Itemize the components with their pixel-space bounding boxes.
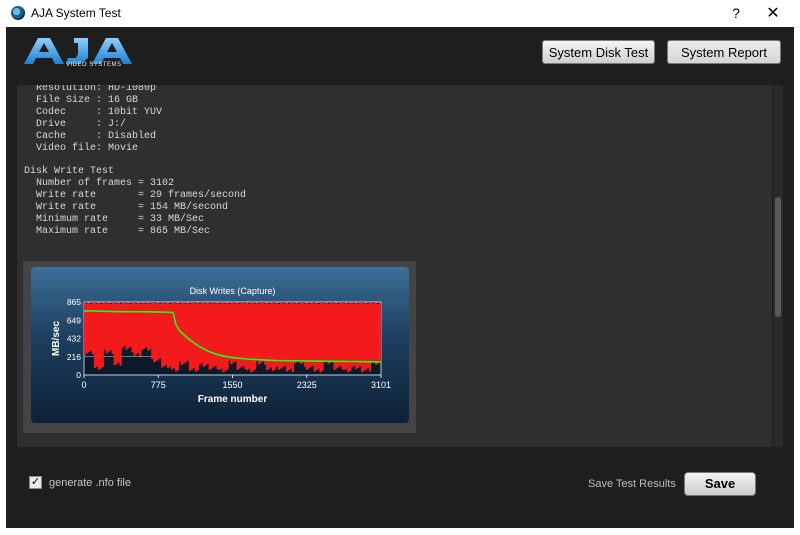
window-title: AJA System Test [31,6,121,20]
save-button[interactable]: Save [684,472,756,496]
y-tick-label: 865 [67,297,81,307]
app-window: AJA System Test ? ✕ VIDEO SYSTEMS System… [0,0,800,535]
report-text: Resolution: HD-1080p File Size : 16 GB C… [24,85,247,237]
chart-svg: Disk Writes (Capture) 0 216 432 649 865 0 775 15… [51,286,391,405]
y-tick-label: 649 [67,315,81,325]
report-panel: Resolution: HD-1080p File Size : 16 GB C… [17,85,772,447]
y-axis-label: MB/sec [51,321,62,356]
x-axis-label: Frame number [198,394,268,405]
save-test-results-label: Save Test Results [588,478,676,490]
help-button[interactable]: ? [716,0,756,27]
app-icon [11,6,25,20]
logo-subtitle: VIDEO SYSTEMS [66,62,122,68]
system-report-button[interactable]: System Report [667,40,781,64]
chart-frame: Disk Writes (Capture) 0 216 432 649 865 0 775 15… [23,261,416,433]
disk-writes-chart: Disk Writes (Capture) 0 216 432 649 865 0 775 15… [31,267,409,423]
aja-logo [24,38,132,64]
x-tick-label: 3101 [371,380,391,390]
close-button[interactable]: ✕ [753,0,793,27]
y-tick-label: 432 [67,334,81,344]
x-tick-label: 775 [151,380,166,390]
title-bar: AJA System Test ? ✕ [0,0,800,27]
scrollbar-thumb[interactable] [775,197,781,317]
x-tick-label: 2325 [297,380,317,390]
y-tick-label: 0 [76,370,81,380]
y-tick-label: 216 [67,352,81,362]
x-tick-label: 1550 [222,380,242,390]
generate-nfo-checkbox[interactable]: ✓ [29,476,42,489]
generate-nfo-label: generate .nfo file [49,477,131,489]
main-area: VIDEO SYSTEMS System Disk Test System Re… [6,27,794,528]
x-tick-label: 0 [81,380,86,390]
chart-title: Disk Writes (Capture) [190,286,276,296]
system-disk-test-button[interactable]: System Disk Test [542,40,655,64]
report-scrollbar[interactable] [773,85,783,447]
